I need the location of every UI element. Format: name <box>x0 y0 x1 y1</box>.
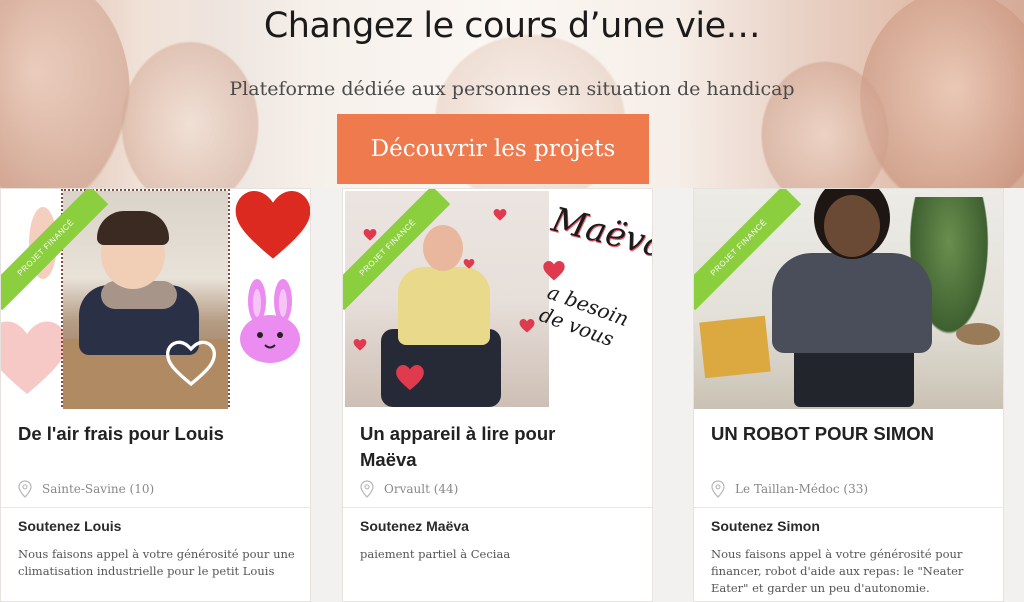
support-heading[interactable]: Soutenez Simon <box>711 518 820 534</box>
heart-icon <box>235 191 310 259</box>
project-image[interactable] <box>1 189 310 409</box>
support-heading[interactable]: Soutenez Maëva <box>360 518 469 534</box>
support-heading[interactable]: Soutenez Louis <box>18 518 121 534</box>
project-card-maeva[interactable]: Maëva a besoin de vous PROJET FINANCÉ Un… <box>342 188 653 602</box>
project-title[interactable]: Un appareil à lire pour Maëva <box>360 421 600 473</box>
divider <box>343 507 652 508</box>
project-location: Orvault (44) <box>360 479 458 499</box>
map-pin-icon <box>18 480 32 498</box>
project-image[interactable]: Maëva a besoin de vous <box>343 189 652 409</box>
discover-projects-button[interactable]: Découvrir les projets <box>337 114 649 184</box>
location-text: Orvault (44) <box>384 482 459 496</box>
project-description: Nous faisons appel à votre générosité po… <box>18 547 295 578</box>
map-pin-icon <box>711 480 725 498</box>
hero-banner: Changez le cours d’une vie… Plateforme d… <box>0 0 1024 188</box>
project-card-simon[interactable]: PROJET FINANCÉ UN ROBOT POUR SIMON Le Ta… <box>693 188 1004 602</box>
heart-outline-icon <box>165 340 217 387</box>
hero-title: Changez le cours d’une vie… <box>263 6 761 46</box>
project-location: Sainte-Savine (10) <box>18 479 154 499</box>
project-description: paiement partiel à Ceciaa <box>360 547 511 561</box>
project-title[interactable]: UN ROBOT POUR SIMON <box>711 421 991 447</box>
divider <box>694 507 1003 508</box>
project-location: Le Taillan-Médoc (33) <box>711 479 868 499</box>
project-image[interactable] <box>694 189 1003 409</box>
heart-icon <box>396 365 424 391</box>
location-text: Sainte-Savine (10) <box>42 482 155 496</box>
location-text: Le Taillan-Médoc (33) <box>735 482 869 496</box>
hero-subtitle: Plateforme dédiée aux personnes en situa… <box>229 78 795 100</box>
map-pin-icon <box>360 480 374 498</box>
project-card-louis[interactable]: PROJET FINANCÉ De l'air frais pour Louis… <box>0 188 311 602</box>
divider <box>1 507 310 508</box>
heart-icon <box>1 321 67 394</box>
project-description: Nous faisons appel à votre générosité po… <box>711 547 964 595</box>
project-title[interactable]: De l'air frais pour Louis <box>18 421 298 447</box>
bunny-icon <box>240 279 300 363</box>
